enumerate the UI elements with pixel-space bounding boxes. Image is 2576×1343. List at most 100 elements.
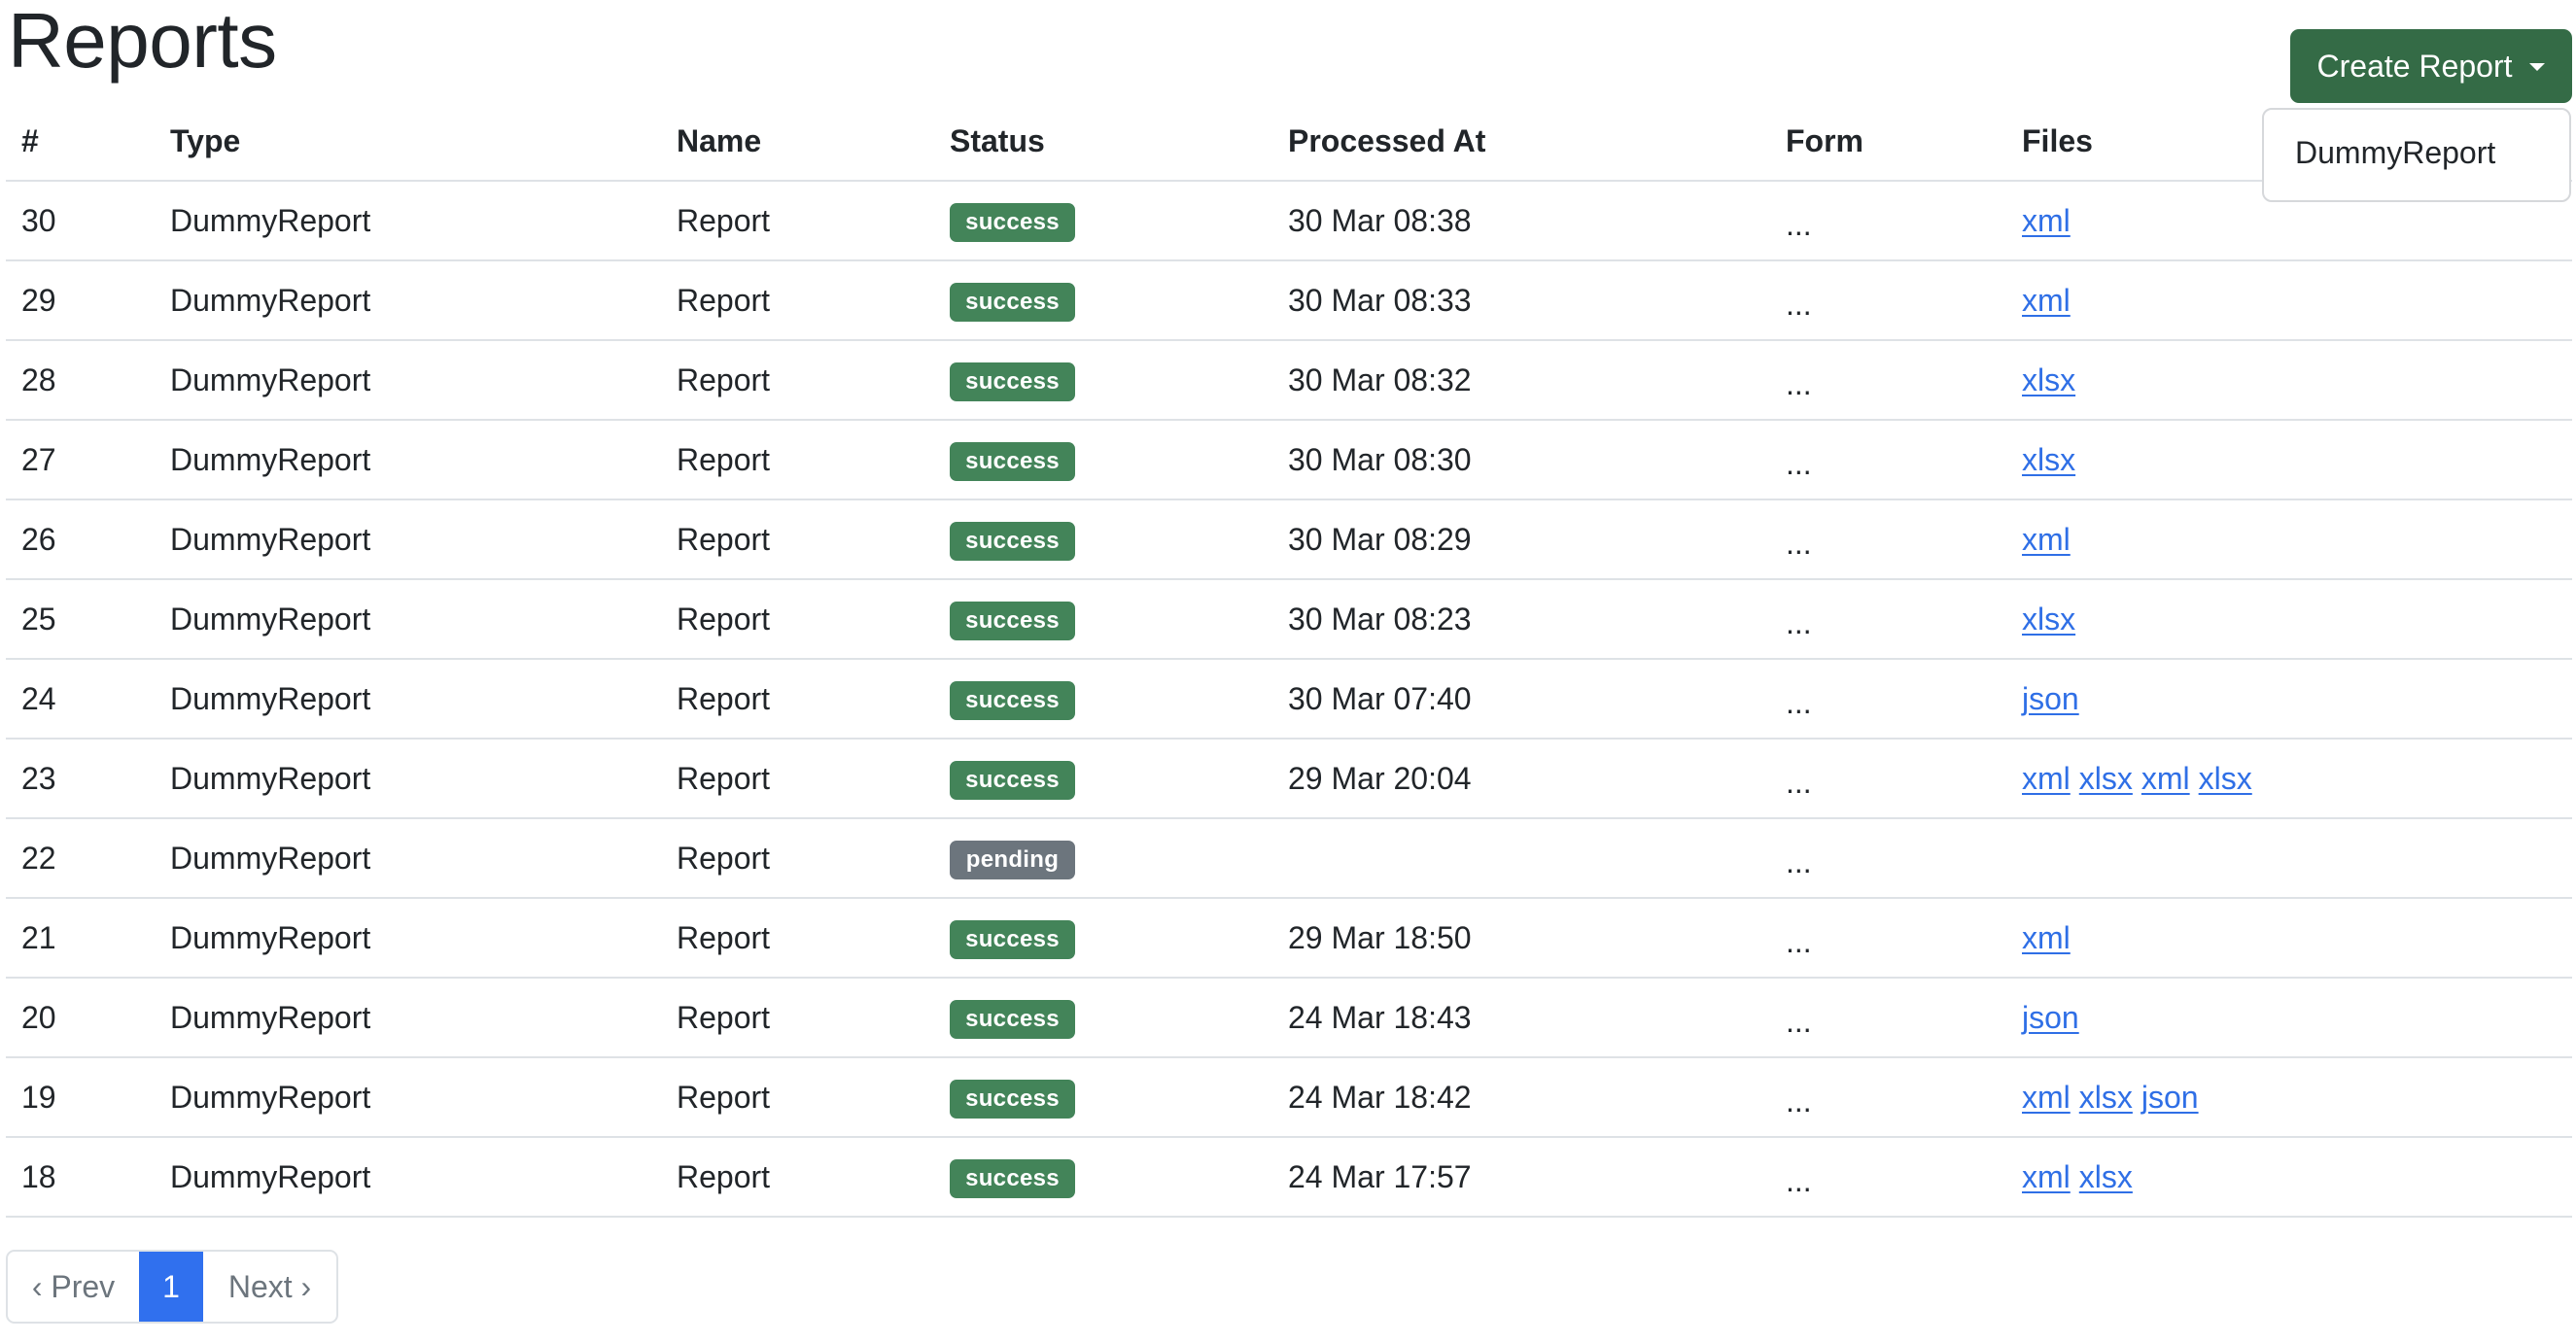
cell-processed-at: 24 Mar 17:57 (1288, 1158, 1472, 1194)
table-body: 30 DummyReport Report success 30 Mar 08:38..… (6, 182, 2572, 1218)
table-header-row: # Type Name Status Processed At Form Fil… (6, 102, 2572, 182)
cell-status: success (950, 500, 1075, 578)
status-badge: success (950, 1000, 1075, 1039)
status-badge: success (950, 1080, 1075, 1119)
pagination-next-button[interactable]: Next › (203, 1252, 336, 1322)
file-link[interactable]: json (2022, 1000, 2079, 1036)
table-row: 20 DummyReport Report success 24 Mar 18:43..… (6, 979, 2572, 1058)
table-row: 25 DummyReport Report success 30 Mar 08:23..… (6, 580, 2572, 660)
cell-name: Report (677, 441, 771, 477)
form-ellipsis: ... (1786, 445, 1812, 481)
create-report-button[interactable]: Create Report (2290, 29, 2572, 103)
status-badge: success (950, 602, 1075, 640)
cell-type: DummyReport (170, 441, 371, 477)
cell-processed-at: 30 Mar 08:38 (1288, 202, 1472, 238)
file-link[interactable]: xlsx (2079, 761, 2133, 797)
cell-status: success (950, 1138, 1075, 1216)
column-header-type: Type (170, 122, 241, 158)
cell-id: 25 (21, 601, 56, 637)
page-title: Reports (8, 0, 277, 84)
file-link[interactable]: xlsx (2022, 442, 2075, 478)
form-ellipsis: ... (1786, 286, 1812, 322)
cell-type: DummyReport (170, 362, 371, 397)
status-badge: success (950, 1159, 1075, 1198)
cell-form: ... (1786, 660, 1812, 738)
cell-status: success (950, 740, 1075, 817)
cell-processed-at: 30 Mar 08:23 (1288, 601, 1472, 637)
file-link[interactable]: xml (2022, 1080, 2071, 1116)
cell-form: ... (1786, 1058, 1812, 1136)
cell-type: DummyReport (170, 282, 371, 318)
form-ellipsis: ... (1786, 764, 1812, 800)
form-ellipsis: ... (1786, 525, 1812, 561)
cell-processed-at: 30 Mar 07:40 (1288, 680, 1472, 716)
table-row: 19 DummyReport Report success 24 Mar 18:42..… (6, 1058, 2572, 1138)
cell-files: xml xlsx json (2022, 1058, 2208, 1136)
cell-files: json (2022, 979, 2088, 1056)
cell-form: ... (1786, 261, 1812, 339)
cell-id: 21 (21, 919, 56, 955)
file-link[interactable]: xml (2141, 761, 2190, 797)
file-link[interactable]: xml (2022, 522, 2071, 558)
create-report-dropdown-menu: DummyReport (2262, 108, 2571, 202)
cell-id: 27 (21, 441, 56, 477)
column-header-files: Files (2022, 122, 2093, 158)
cell-id: 18 (21, 1158, 56, 1194)
file-link[interactable]: xlsx (2079, 1080, 2133, 1116)
cell-form: ... (1786, 341, 1812, 419)
table-row: 24 DummyReport Report success 30 Mar 07:40..… (6, 660, 2572, 740)
file-link[interactable]: xml (2022, 920, 2071, 956)
column-header-status: Status (950, 122, 1045, 158)
cell-processed-at: 30 Mar 08:32 (1288, 362, 1472, 397)
file-link[interactable]: xlsx (2079, 1159, 2133, 1195)
table-row: 26 DummyReport Report success 30 Mar 08:29..… (6, 500, 2572, 580)
cell-processed-at: 24 Mar 18:42 (1288, 1079, 1472, 1115)
file-link[interactable]: xlsx (2022, 362, 2075, 398)
cell-files: xml (2022, 500, 2079, 578)
cell-form: ... (1786, 421, 1812, 499)
cell-form: ... (1786, 979, 1812, 1056)
file-link[interactable]: xlsx (2199, 761, 2252, 797)
cell-type: DummyReport (170, 1158, 371, 1194)
cell-status: success (950, 421, 1075, 499)
cell-name: Report (677, 680, 771, 716)
file-link[interactable]: xml (2022, 283, 2071, 319)
cell-type: DummyReport (170, 840, 371, 876)
table-row: 23 DummyReport Report success 29 Mar 20:04..… (6, 740, 2572, 819)
file-link[interactable]: xml (2022, 761, 2071, 797)
cell-status: success (950, 979, 1075, 1056)
cell-files: xlsx (2022, 421, 2084, 499)
table-row: 30 DummyReport Report success 30 Mar 08:38..… (6, 182, 2572, 261)
status-badge: success (950, 920, 1075, 959)
form-ellipsis: ... (1786, 844, 1812, 879)
file-link[interactable]: json (2141, 1080, 2199, 1116)
pagination-prev-button[interactable]: ‹ Prev (8, 1252, 139, 1322)
cell-status: success (950, 261, 1075, 339)
cell-name: Report (677, 282, 771, 318)
file-link[interactable]: xml (2022, 203, 2071, 239)
cell-form: ... (1786, 1138, 1812, 1216)
column-header-name: Name (677, 122, 762, 158)
cell-id: 26 (21, 521, 56, 557)
cell-id: 28 (21, 362, 56, 397)
pagination-page-1[interactable]: 1 (139, 1252, 203, 1322)
pagination: ‹ Prev 1 Next › (6, 1250, 338, 1324)
status-badge: success (950, 522, 1075, 561)
dropdown-item-dummyreport[interactable]: DummyReport (2295, 133, 2495, 172)
column-header-form: Form (1786, 122, 1863, 158)
cell-files: xml xlsx (2022, 1138, 2141, 1216)
cell-processed-at: 29 Mar 20:04 (1288, 760, 1472, 796)
file-link[interactable]: xlsx (2022, 602, 2075, 637)
form-ellipsis: ... (1786, 923, 1812, 959)
status-badge: success (950, 761, 1075, 800)
cell-processed-at: 30 Mar 08:30 (1288, 441, 1472, 477)
cell-status: success (950, 182, 1075, 259)
file-link[interactable]: xml (2022, 1159, 2071, 1195)
status-badge: pending (950, 841, 1075, 879)
cell-id: 24 (21, 680, 56, 716)
form-ellipsis: ... (1786, 1003, 1812, 1039)
cell-status: success (950, 580, 1075, 658)
file-link[interactable]: json (2022, 681, 2079, 717)
cell-files: json (2022, 660, 2088, 738)
cell-files: xml (2022, 261, 2079, 339)
